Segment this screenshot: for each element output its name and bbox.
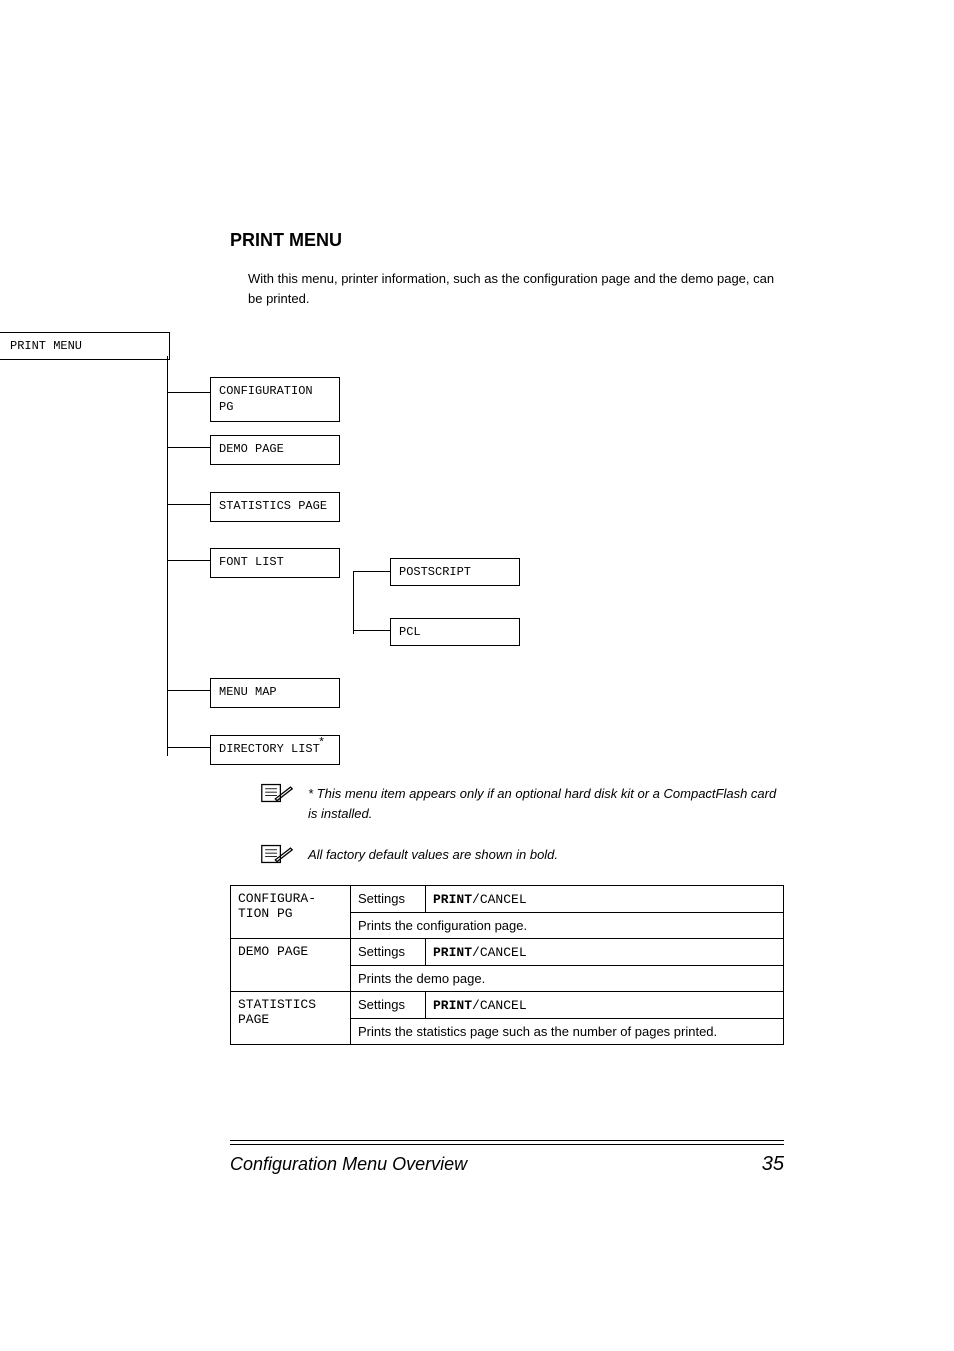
tree-connector [167, 392, 210, 393]
footer-rule-top [230, 1140, 784, 1141]
cancel-label: CANCEL [480, 945, 527, 960]
row-name-l1: CONFIGURA- [238, 891, 316, 906]
settings-value: PRINT/CANCEL [426, 992, 784, 1019]
settings-value: PRINT/CANCEL [426, 886, 784, 913]
tree-item-postscript: POSTSCRIPT [390, 558, 520, 586]
slash: / [472, 945, 480, 960]
tree-connector [167, 560, 210, 561]
table-row: STATISTICS PAGE Settings PRINT/CANCEL [231, 992, 784, 1019]
print-label: PRINT [433, 945, 472, 960]
tree-item-fontlist: FONT LIST [210, 548, 340, 578]
settings-label: Settings [351, 886, 426, 913]
tree-connector [353, 572, 354, 634]
asterisk-marker: * [318, 736, 325, 750]
settings-label: Settings [351, 992, 426, 1019]
tree-item-configuration: CONFIGURATION PG [210, 377, 340, 422]
tree-item-statistics: STATISTICS PAGE [210, 492, 340, 522]
row-desc: Prints the demo page. [351, 966, 784, 992]
tree-connector [353, 571, 390, 572]
settings-table: CONFIGURA- TION PG Settings PRINT/CANCEL… [230, 885, 784, 1045]
page-heading: PRINT MENU [230, 230, 784, 251]
settings-label: Settings [351, 939, 426, 966]
tree-item-demo: DEMO PAGE [210, 435, 340, 465]
row-name-l2: TION PG [238, 906, 293, 921]
note-2-text: All factory default values are shown in … [308, 843, 784, 865]
footer-page-number: 35 [762, 1153, 784, 1176]
tree-connector [353, 630, 390, 631]
row-desc: Prints the configuration page. [351, 913, 784, 939]
page-footer: Configuration Menu Overview 35 [230, 1144, 784, 1176]
settings-value: PRINT/CANCEL [426, 939, 784, 966]
tree-connector [167, 747, 210, 748]
intro-paragraph: With this menu, printer information, suc… [248, 269, 784, 308]
row-name-l1: DEMO PAGE [238, 944, 308, 959]
slash: / [472, 892, 480, 907]
row-name-l2: PAGE [238, 1012, 269, 1027]
table-row: DEMO PAGE Settings PRINT/CANCEL [231, 939, 784, 966]
row-name: DEMO PAGE [231, 939, 351, 992]
note-1: * This menu item appears only if an opti… [260, 782, 784, 823]
tree-connector [167, 447, 210, 448]
note-icon [260, 782, 294, 804]
tree-item-pcl: PCL [390, 618, 520, 646]
tree-root: PRINT MENU [0, 332, 170, 360]
slash: / [472, 998, 480, 1013]
note-2: All factory default values are shown in … [260, 843, 784, 865]
row-name: STATISTICS PAGE [231, 992, 351, 1045]
footer-title: Configuration Menu Overview [230, 1154, 467, 1175]
row-name-l1: STATISTICS [238, 997, 316, 1012]
table-row: CONFIGURA- TION PG Settings PRINT/CANCEL [231, 886, 784, 913]
tree-connector [167, 504, 210, 505]
cancel-label: CANCEL [480, 998, 527, 1013]
row-name: CONFIGURA- TION PG [231, 886, 351, 939]
print-label: PRINT [433, 892, 472, 907]
tree-root-line [167, 356, 168, 756]
tree-connector [167, 690, 210, 691]
note-icon [260, 843, 294, 865]
tree-item-menumap: MENU MAP [210, 678, 340, 708]
cancel-label: CANCEL [480, 892, 527, 907]
print-label: PRINT [433, 998, 472, 1013]
row-desc: Prints the statistics page such as the n… [351, 1019, 784, 1045]
note-1-text: * This menu item appears only if an opti… [308, 782, 784, 823]
menu-tree: PRINT MENU CONFIGURATION PG DEMO PAGE ST… [230, 332, 784, 752]
